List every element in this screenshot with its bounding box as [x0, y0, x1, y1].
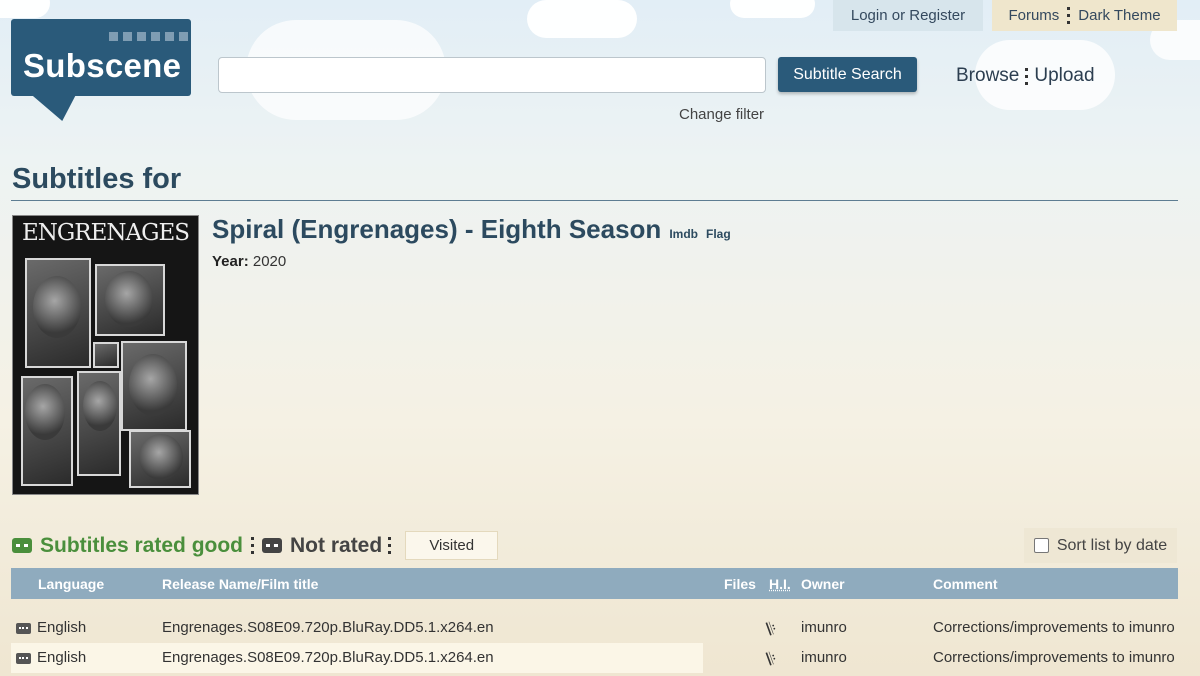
poster-face	[25, 384, 65, 440]
page-heading: Subtitles for	[12, 163, 182, 195]
forums-link[interactable]: Forums	[1008, 7, 1059, 24]
table-row[interactable]: English Engrenages.S08E09.720p.BluRay.DD…	[11, 643, 1178, 673]
column-language: Language	[38, 576, 105, 592]
film-poster: ENGRENAGES	[12, 215, 199, 495]
separator	[388, 537, 392, 554]
login-register-link[interactable]: Login or Register	[833, 0, 983, 31]
row-comment: Corrections/improvements to imunro	[933, 619, 1175, 636]
column-comment: Comment	[933, 576, 998, 592]
logo-text: Subscene	[23, 47, 182, 84]
ear-icon: 𝄆	[764, 618, 780, 639]
rating-filters: Subtitles rated good Not rated Visited	[12, 531, 499, 560]
release-link[interactable]: Engrenages.S08E09.720p.BluRay.DD5.1.x264…	[162, 619, 494, 636]
row-comment: Corrections/improvements to imunro	[933, 649, 1175, 666]
column-hearing-impaired: H.I.	[769, 576, 791, 592]
year-label: Year:	[212, 253, 249, 270]
change-filter-link[interactable]: Change filter	[679, 106, 764, 123]
year-info: Year: 2020	[212, 253, 286, 270]
poster-title: ENGRENAGES	[21, 220, 190, 246]
not-rated-filter[interactable]: Not rated	[290, 534, 382, 558]
subtitle-search-button[interactable]: Subtitle Search	[778, 57, 917, 92]
row-language: English	[37, 649, 87, 666]
sort-checkbox[interactable]	[1033, 538, 1049, 553]
main-nav: Browse Upload	[956, 65, 1095, 87]
speech-bubble-icon	[16, 623, 31, 634]
sort-by-date-toggle[interactable]: Sort list by date	[1024, 528, 1177, 563]
site-logo[interactable]: Subscene	[11, 19, 191, 96]
speech-bubble-icon	[12, 538, 32, 553]
browse-link[interactable]: Browse	[956, 65, 1019, 87]
separator	[251, 537, 255, 554]
separator	[1067, 7, 1071, 24]
logo-speech-tail	[31, 95, 85, 121]
background-cloud	[0, 0, 50, 18]
speech-bubble-icon	[262, 538, 283, 553]
table-row[interactable]: English Engrenages.S08E09.720p.BluRay.DD…	[11, 613, 1178, 643]
table-header: Language Release Name/Film title Files H…	[11, 568, 1178, 599]
poster-face	[129, 354, 177, 416]
row-language: English	[37, 619, 87, 636]
flag-link[interactable]: Flag	[706, 227, 731, 241]
visited-filter[interactable]: Visited	[405, 531, 499, 560]
release-link[interactable]: Engrenages.S08E09.720p.BluRay.DD5.1.x264…	[162, 649, 494, 666]
imdb-link[interactable]: Imdb	[669, 227, 698, 241]
column-files: Files	[724, 576, 756, 592]
search-input[interactable]	[218, 57, 766, 93]
separator	[1025, 67, 1029, 85]
year-value: 2020	[252, 253, 287, 270]
owner-link[interactable]: imunro	[801, 649, 847, 666]
speech-bubble-icon	[16, 653, 31, 664]
film-title: Spiral (Engrenages) - Eighth Season	[212, 214, 662, 244]
ear-icon: 𝄆	[764, 648, 780, 669]
poster-photo	[93, 342, 119, 368]
sort-label: Sort list by date	[1056, 536, 1168, 554]
top-nav: Forums Dark Theme	[992, 0, 1177, 31]
poster-face	[139, 434, 183, 480]
owner-link[interactable]: imunro	[801, 619, 847, 636]
divider	[11, 200, 1178, 201]
dark-theme-link[interactable]: Dark Theme	[1078, 7, 1160, 24]
logo-dots	[109, 32, 188, 41]
rated-good-filter[interactable]: Subtitles rated good	[40, 534, 243, 558]
background-cloud	[730, 0, 815, 18]
column-release: Release Name/Film title	[162, 576, 319, 592]
background-cloud	[527, 0, 637, 38]
column-owner: Owner	[801, 576, 845, 592]
film-title-block: Spiral (Engrenages) - Eighth Season Imdb…	[212, 214, 731, 245]
poster-face	[83, 381, 117, 431]
upload-link[interactable]: Upload	[1034, 65, 1094, 87]
poster-face	[33, 276, 81, 338]
poster-face	[105, 271, 153, 327]
